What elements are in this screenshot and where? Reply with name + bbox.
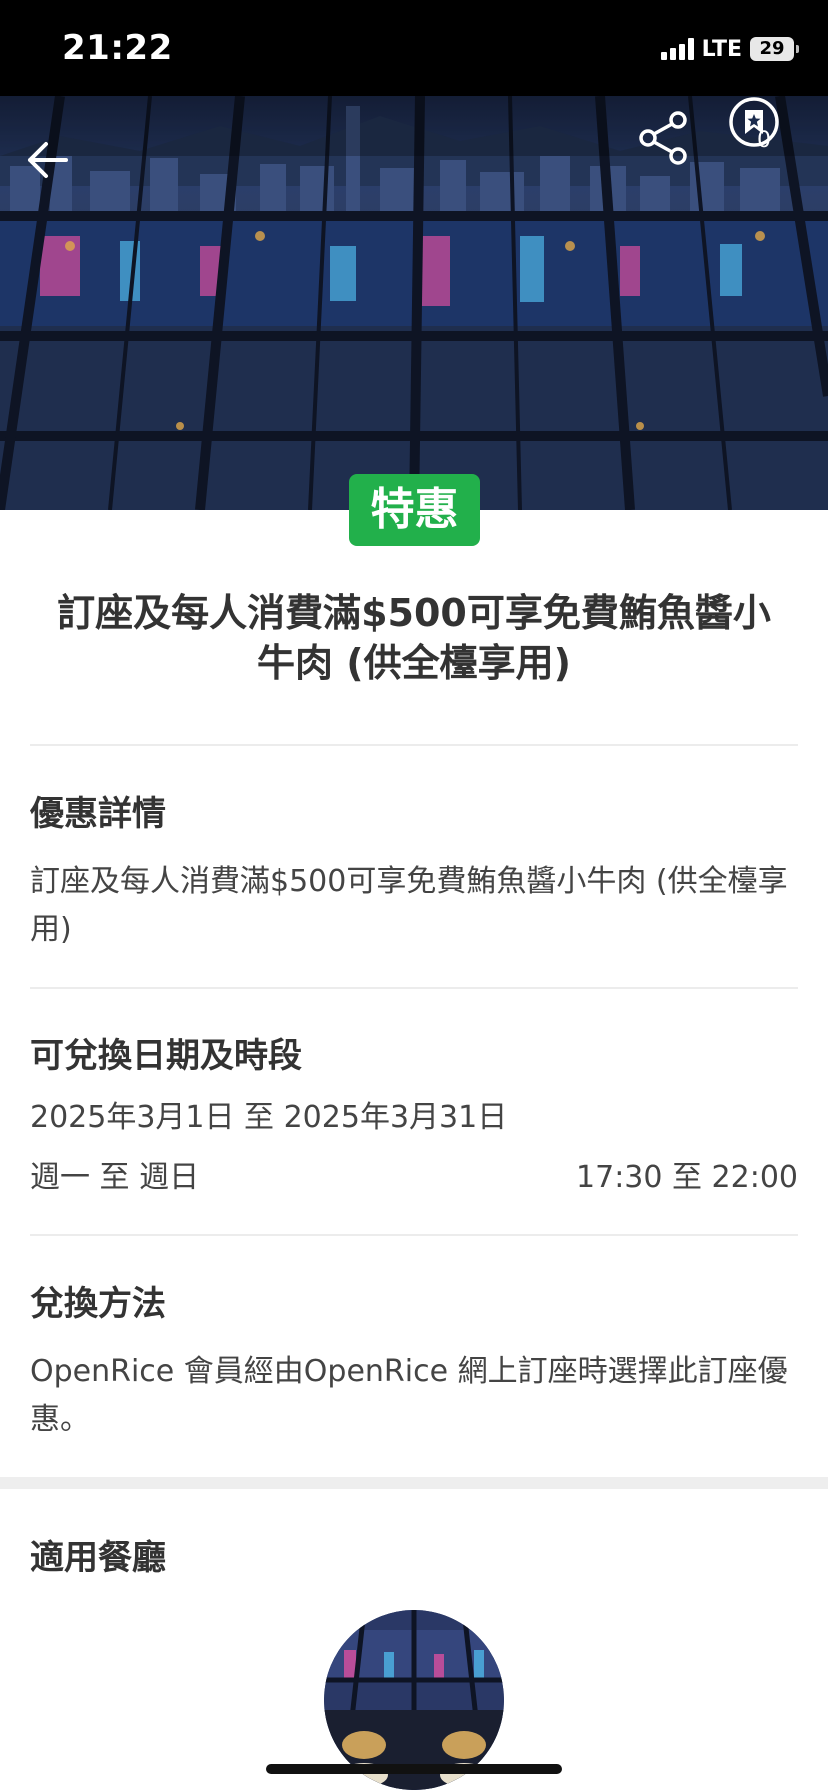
- details-heading: 優惠詳情: [30, 794, 166, 834]
- status-time: 21:22: [62, 28, 173, 68]
- restaurants-heading: 適用餐廳: [30, 1538, 166, 1578]
- hours-range: 17:30 至 22:00: [576, 1160, 798, 1195]
- home-indicator: [266, 1764, 562, 1774]
- deal-title: 訂座及每人消費滿$500可享免費鮪魚醬小牛肉 (供全檯享用): [57, 591, 771, 685]
- section-separator: [0, 1477, 828, 1489]
- network-type: LTE: [701, 36, 742, 62]
- restaurant-thumbnail[interactable]: [324, 1610, 504, 1790]
- share-button[interactable]: [638, 110, 710, 182]
- hero-image: 0: [0, 96, 828, 510]
- date-range: 2025年3月1日 至 2025年3月31日: [30, 1100, 508, 1135]
- restaurant-photo: [324, 1610, 504, 1790]
- back-arrow-icon: [28, 142, 68, 178]
- redeem-method-heading: 兌換方法: [30, 1284, 166, 1324]
- bookmark-icon: [729, 97, 779, 147]
- redeem-period-heading: 可兌換日期及時段: [30, 1036, 302, 1076]
- divider: [30, 744, 798, 746]
- status-indicators: LTE 29: [660, 32, 799, 66]
- divider: [30, 1234, 798, 1236]
- signal-icon: [660, 38, 694, 60]
- battery-icon: 29: [750, 37, 799, 61]
- status-bar: 21:22 LTE 29: [0, 0, 828, 96]
- back-button[interactable]: [26, 140, 98, 212]
- details-text: 訂座及每人消費滿$500可享免費鮪魚醬小牛肉 (供全檯享用): [30, 864, 788, 947]
- redeem-method-text: OpenRice 會員經由OpenRice 網上訂座時選擇此訂座優惠。: [30, 1354, 788, 1437]
- share-icon: [639, 111, 687, 165]
- bookmark-button[interactable]: 0: [728, 96, 800, 180]
- promo-badge: 特惠: [349, 474, 480, 546]
- divider: [30, 987, 798, 989]
- days-range: 週一 至 週日: [30, 1160, 200, 1195]
